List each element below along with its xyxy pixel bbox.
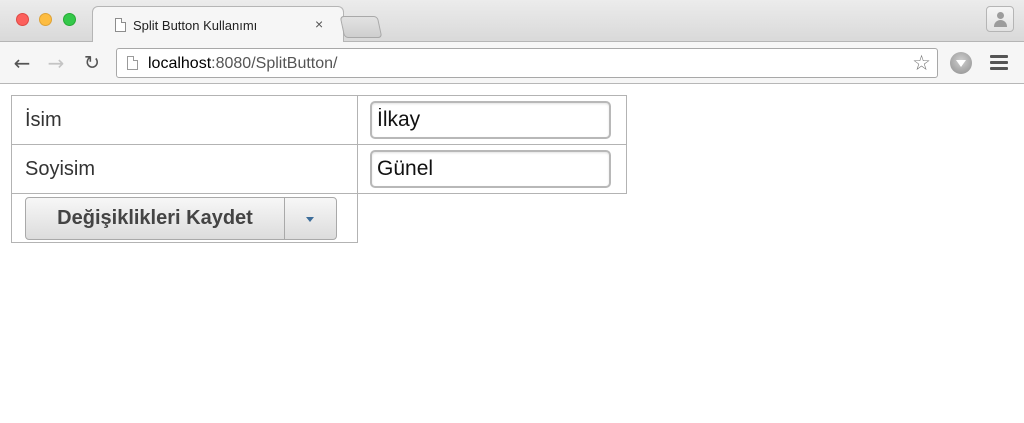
split-dropdown-toggle[interactable]	[284, 198, 336, 239]
form-table: İsim Soyisim Değişiklikleri Kaydet	[11, 95, 627, 243]
last-name-input[interactable]	[370, 150, 611, 188]
tab-close-icon[interactable]: ×	[315, 16, 323, 32]
window-titlebar: Split Button Kullanımı ×	[0, 0, 1024, 42]
url-text[interactable]: localhost:8080/SplitButton/	[148, 55, 337, 73]
page-icon	[115, 18, 126, 32]
browser-tab[interactable]: Split Button Kullanımı ×	[92, 6, 344, 42]
table-row: İsim	[11, 95, 627, 145]
caret-down-icon	[306, 217, 314, 222]
user-icon	[997, 12, 1004, 19]
page-content: İsim Soyisim Değişiklikleri Kaydet	[0, 85, 1024, 423]
url-host: localhost	[148, 55, 212, 72]
star-icon[interactable]: ☆	[912, 51, 931, 75]
window-close-button[interactable]	[16, 13, 29, 26]
last-name-label: Soyisim	[11, 144, 358, 194]
browser-toolbar: ← → ↻ localhost:8080/SplitButton/ ☆	[0, 42, 1024, 84]
download-icon[interactable]	[950, 52, 972, 74]
split-button: Değişiklikleri Kaydet	[25, 197, 337, 240]
first-name-input[interactable]	[370, 101, 611, 139]
tab-title: Split Button Kullanımı	[133, 18, 258, 33]
table-row: Soyisim	[11, 144, 627, 194]
window-minimize-button[interactable]	[39, 13, 52, 26]
profile-button[interactable]	[986, 6, 1014, 32]
table-row: Değişiklikleri Kaydet	[11, 193, 627, 243]
new-tab-button[interactable]	[339, 16, 383, 38]
save-changes-button[interactable]: Değişiklikleri Kaydet	[26, 198, 284, 239]
window-maximize-button[interactable]	[63, 13, 76, 26]
first-name-label: İsim	[11, 95, 358, 145]
url-path: :8080/SplitButton/	[211, 55, 338, 72]
hamburger-menu-icon[interactable]	[990, 55, 1008, 73]
arrow-right-icon[interactable]: →	[44, 51, 68, 75]
reload-icon[interactable]: ↻	[80, 51, 104, 75]
arrow-left-icon[interactable]: ←	[10, 51, 34, 75]
address-bar[interactable]: localhost:8080/SplitButton/ ☆	[116, 48, 938, 78]
page-icon	[127, 56, 138, 70]
